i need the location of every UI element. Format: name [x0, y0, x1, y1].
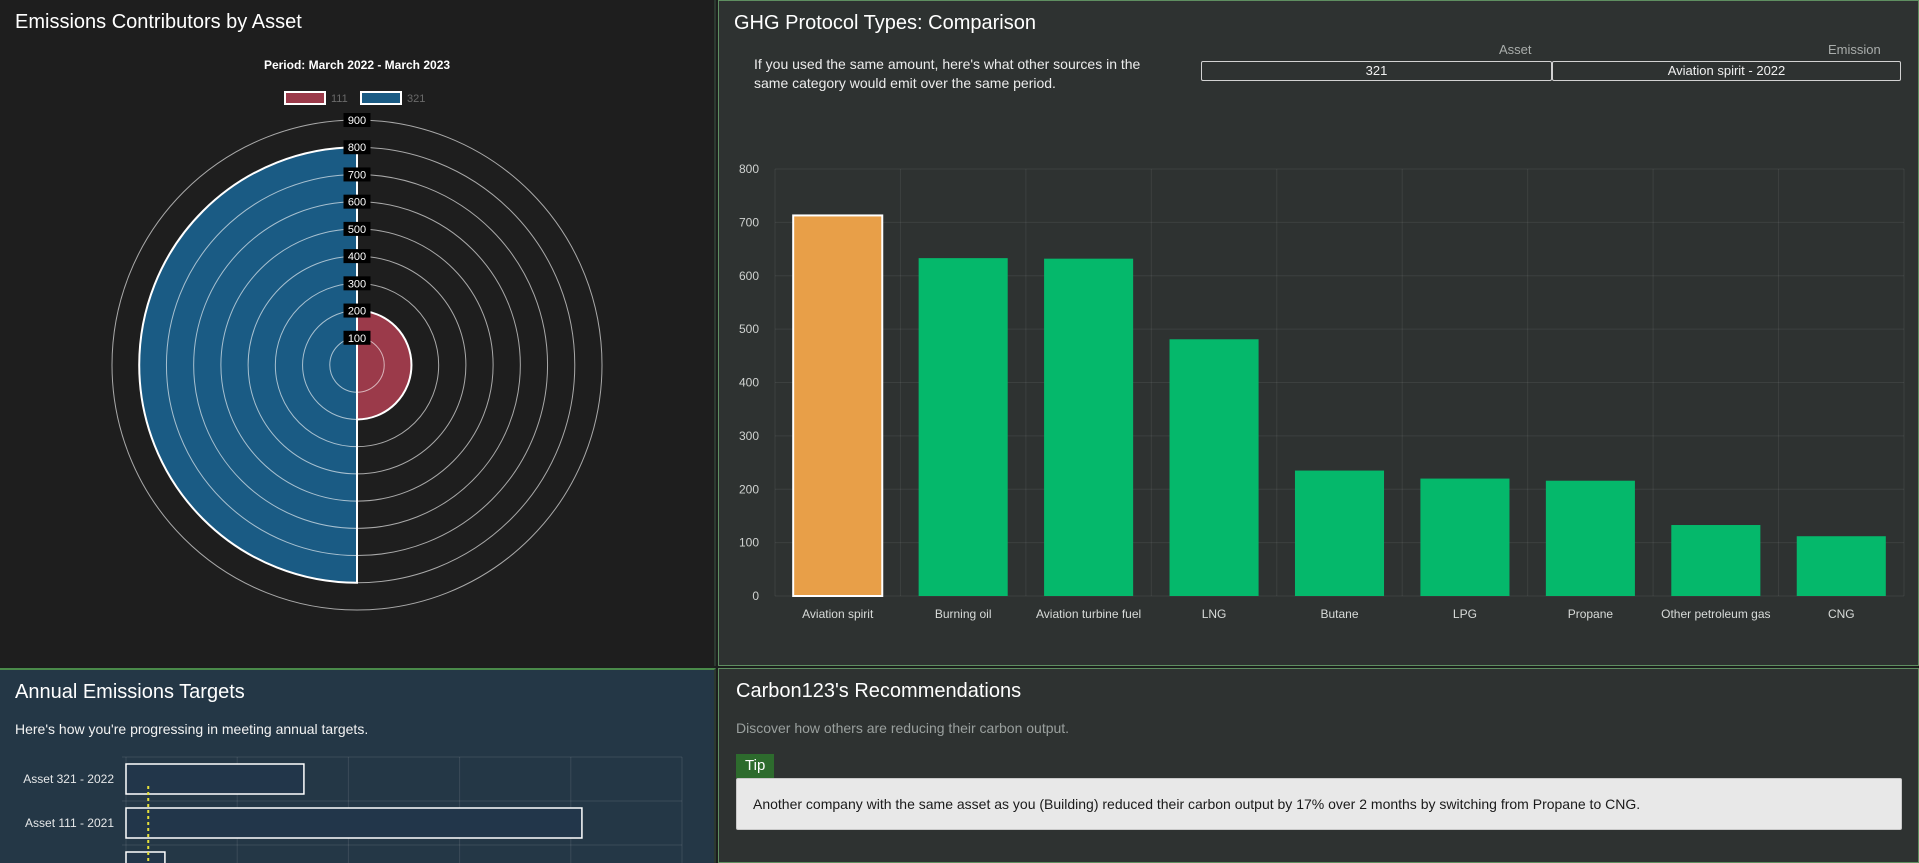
tick-label: 100 [348, 333, 366, 345]
target-bar [125, 851, 166, 863]
tick-label: 300 [348, 278, 366, 290]
target-bar [125, 807, 583, 839]
y-tick-label: 100 [739, 536, 759, 550]
chart-title: Period: March 2022 - March 2023 [264, 58, 450, 72]
targets-panel: Annual Emissions Targets Here's how you'… [0, 668, 716, 863]
tick-label: 200 [348, 306, 366, 318]
bar-aviation-turbine-fuel [1044, 258, 1134, 596]
bar-burning-oil [918, 258, 1008, 596]
y-tick-label: 200 [739, 482, 759, 496]
bar-lpg [1420, 478, 1510, 596]
x-tick-label: Aviation turbine fuel [1036, 607, 1141, 621]
y-tick-label: 500 [739, 322, 759, 336]
x-tick-label: Burning oil [935, 607, 992, 621]
tip-box: Another company with the same asset as y… [736, 778, 1902, 830]
target-bar [125, 763, 305, 795]
bar-propane [1545, 480, 1635, 596]
polar-area-chart: Period: March 2022 - March 2023 111 321 100… [111, 58, 603, 611]
x-tick-label: Butane [1320, 607, 1358, 621]
y-tick-label: 700 [739, 215, 759, 229]
comparison-panel: GHG Protocol Types: Comparison If you us… [718, 0, 1919, 666]
y-tick-label: Asset 111 - 2021 [25, 816, 114, 830]
recommendations-subtitle: Discover how others are reducing their c… [736, 720, 1070, 736]
tip-badge: Tip [736, 754, 775, 778]
bar-other-petroleum-gas [1671, 525, 1761, 596]
tick-label: 900 [348, 115, 366, 127]
legend-swatch-111 [284, 91, 326, 105]
x-tick-label: Other petroleum gas [1661, 607, 1770, 621]
y-tick-label: 400 [739, 376, 759, 390]
y-tick-label: 600 [739, 269, 759, 283]
legend-label-321: 321 [407, 93, 425, 105]
y-tick-label: Asset 321 - 2022 [23, 772, 114, 786]
y-tick-label: 800 [739, 162, 759, 176]
contributors-panel: Emissions Contributors by Asset Period: … [0, 0, 716, 666]
y-tick-label: 0 [752, 589, 759, 603]
bar-lng [1169, 339, 1259, 596]
targets-bar-chart: Asset 321 - 2022 Asset 111 - 2021 [23, 756, 683, 863]
legend-label-111: 111 [331, 93, 348, 105]
tick-label: 500 [348, 224, 366, 236]
bar-cng [1796, 536, 1886, 596]
recommendations-panel: Carbon123's Recommendations Discover how… [718, 668, 1919, 863]
tick-label: 600 [348, 197, 366, 209]
x-tick-label: LNG [1202, 607, 1227, 621]
recommendations-title: Carbon123's Recommendations [736, 680, 1022, 702]
bar-aviation-spirit [792, 214, 884, 597]
y-tick-label: 300 [739, 429, 759, 443]
tick-label: 400 [348, 251, 366, 263]
tick-label: 700 [348, 169, 366, 181]
x-tick-label: CNG [1828, 607, 1855, 621]
legend-swatch-321 [360, 91, 402, 105]
comparison-bar-chart: 0 100 200 300 400 500 600 700 800 Aviation spirit… [739, 162, 1905, 621]
x-tick-label: Aviation spirit [802, 607, 874, 621]
bar-butane [1294, 470, 1385, 596]
x-tick-label: Propane [1568, 607, 1614, 621]
x-tick-label: LPG [1453, 607, 1477, 621]
tick-label: 800 [348, 142, 366, 154]
